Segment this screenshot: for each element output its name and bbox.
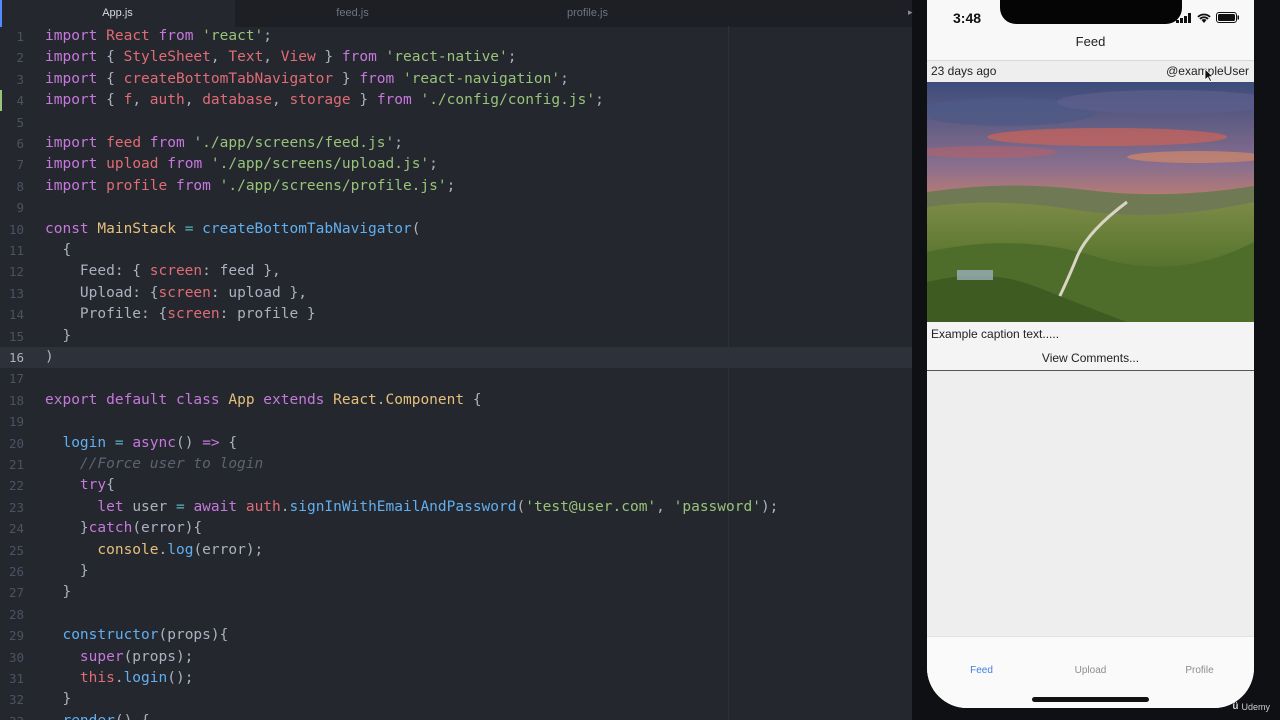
feed-empty-area [927,371,1254,636]
system-icons [1176,12,1240,23]
code-editor[interactable]: App.js feed.js profile.js ▸ 1 import Reac… [0,0,913,720]
code-line: 21 //Force user to login [8,456,264,472]
home-indicator[interactable] [1032,697,1149,702]
code-line: 4 import { f, auth, database, storage } f… [16,92,604,109]
post-timestamp: 23 days ago [931,64,997,78]
code-line: 24 }catch(error){ [8,520,203,537]
code-line: 8 import profile from './app/screens/prof… [16,177,456,194]
post-photo[interactable] [927,82,1254,322]
code-line: 29 constructor(props){ [8,627,229,644]
mouse-cursor-icon [1204,68,1214,82]
code-line: 23 let user = await auth.signInWithEmail… [8,498,779,515]
code-line-current: 16) [0,347,912,369]
code-line: 7 import upload from './app/screens/uploa… [16,156,438,173]
code-line: 5 [16,114,24,130]
tab-feed-js[interactable]: feed.js [235,0,470,27]
tab-app-js[interactable]: App.js [0,0,235,27]
code-line: 14 Profile: {screen: profile } [8,306,316,323]
bottom-tab-feed[interactable]: Feed [927,665,1036,676]
code-line: 31 this.login(); [8,670,194,686]
wifi-icon [1197,13,1211,23]
editor-tab-bar: App.js feed.js profile.js ▸ [0,0,913,27]
code-line: 10 const MainStack = createBottomTabNavig… [8,220,421,237]
post-caption: Example caption text..... [931,327,1060,341]
code-line: 9 [16,200,24,216]
code-line: 26 } [8,563,89,579]
code-line: 17 [8,371,24,387]
tab-profile-js[interactable]: profile.js [470,0,705,27]
code-line: 12 Feed: { screen: feed }, [8,263,281,280]
bottom-tab-profile[interactable]: Profile [1145,665,1254,676]
code-line: 3 import { createBottomTabNavigator } fro… [16,70,569,87]
tab-overflow-icon[interactable]: ▸ [908,7,913,18]
bottom-tab-bar: Feed Upload Profile [927,636,1254,708]
code-line: 22 try{ [8,477,115,494]
code-line: 28 [8,606,24,622]
code-line: 30 super(props); [8,648,194,665]
code-line: 33 render() { [0,711,912,720]
code-line: 13 Upload: {screen: upload }, [8,284,307,301]
code-line: 32 } [8,691,72,708]
code-line: 20 login = async() => { [8,434,238,451]
bottom-tab-upload[interactable]: Upload [1036,665,1145,676]
battery-icon [1216,12,1239,23]
code-line: 18 export default class App extends React… [8,391,482,408]
phone-notch [1000,0,1182,24]
view-comments-link[interactable]: View Comments... [927,351,1254,365]
code-line: 27 } [8,584,72,601]
code-line: 6 import feed from './app/screens/feed.js… [16,135,403,151]
code-line: 2 import { StyleSheet, Text, View } from … [16,49,517,66]
navigation-bar: Feed [927,33,1254,61]
code-line: 25 console.log(error); [8,541,264,558]
udemy-watermark: ü Udemy [1232,701,1270,712]
watermark-text: Udemy [1241,701,1270,712]
code-line: 19 [8,414,24,430]
code-line: 11 { [8,242,72,258]
code-line: 1 import React from 'react'; [16,28,273,44]
udemy-logo-icon: ü [1232,701,1239,712]
phone-simulator: 3:48 Feed 23 days ago @exampleUser [927,0,1254,708]
nav-title: Feed [1075,34,1106,49]
code-area[interactable]: 1 import React from 'react'; 2 import { St… [0,26,912,720]
status-time: 3:48 [953,10,982,26]
code-line: 15 } [8,327,72,344]
